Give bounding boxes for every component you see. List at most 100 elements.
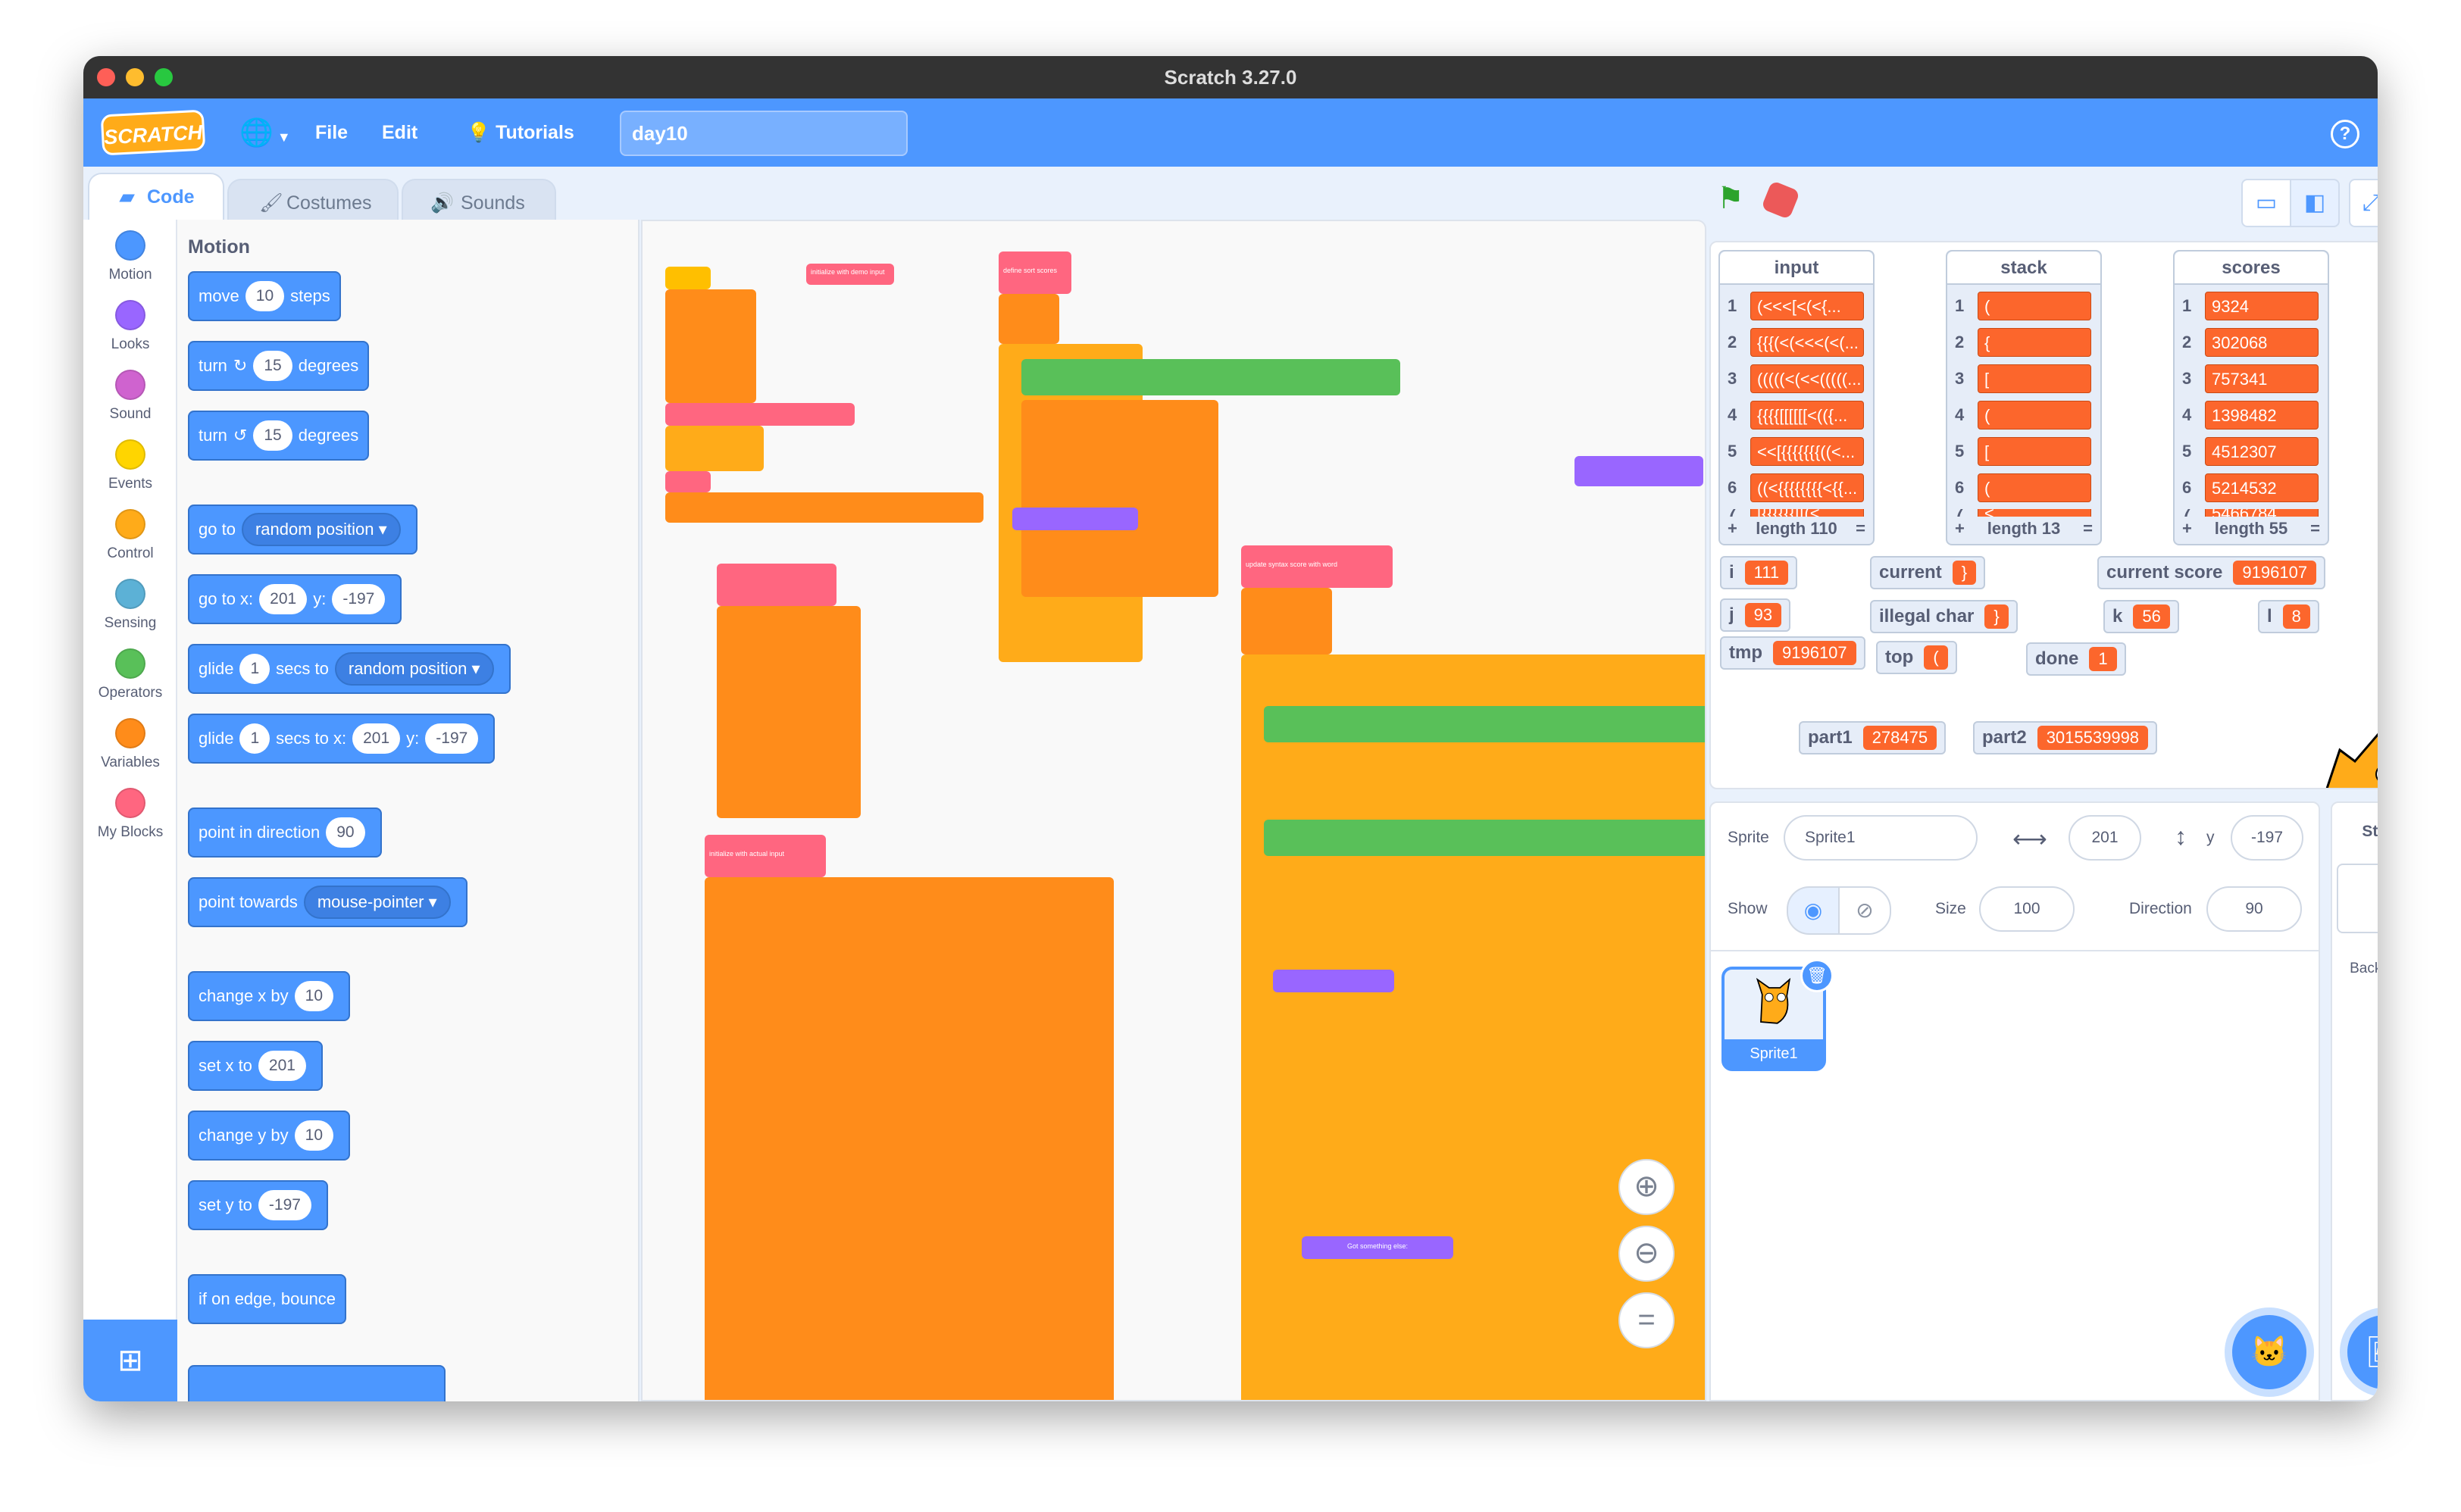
category-operators[interactable]: Operators (83, 648, 177, 701)
size-input[interactable]: 100 (1979, 886, 2075, 932)
zoom-out-button[interactable]: ⊖ (1618, 1226, 1675, 1282)
category-looks[interactable]: Looks (83, 300, 177, 353)
list-item-value[interactable]: ( (1978, 473, 2091, 502)
define-init-actual-block[interactable]: initialize with actual input (705, 835, 826, 877)
block-go-to[interactable]: go to random position ▾ (188, 505, 417, 555)
block-input[interactable]: 15 (253, 420, 292, 451)
stage-selector[interactable]: Stage Backdrops 1 🖼 (2331, 801, 2378, 1401)
variables-block-stack[interactable] (1241, 588, 1332, 654)
list-item-value[interactable]: 4512307 (2205, 437, 2319, 466)
resize-handle[interactable]: = (2083, 514, 2093, 544)
variables-block-stack[interactable] (999, 294, 1059, 344)
add-to-input-stack[interactable] (705, 877, 1114, 1400)
minimize-window-button[interactable] (126, 68, 144, 86)
custom-block[interactable] (665, 471, 711, 492)
tutorials-button[interactable]: 💡 Tutorials (467, 98, 574, 167)
list-item-value[interactable]: ( (1978, 292, 2091, 320)
category-my-blocks[interactable]: My Blocks (83, 788, 177, 841)
list-item-value[interactable]: ( (1978, 401, 2091, 430)
zoom-in-button[interactable]: ⊕ (1618, 1159, 1675, 1215)
add-item-button[interactable]: + (1955, 514, 1965, 544)
list-item-value[interactable]: 1398482 (2205, 401, 2319, 430)
block-go-to-xy[interactable]: go to x: 201 y: -197 (188, 574, 402, 624)
block-set-x[interactable]: set x to 201 (188, 1041, 323, 1091)
block-input[interactable]: -197 (258, 1190, 311, 1220)
list-item-value[interactable]: 9324 (2205, 292, 2319, 320)
backdrop-thumbnail[interactable] (2337, 864, 2378, 933)
list-block-stack[interactable] (1021, 400, 1218, 597)
choose-backdrop-button[interactable]: 🖼 (2347, 1315, 2378, 1389)
zoom-window-button[interactable] (155, 68, 173, 86)
variables-block-stack[interactable] (665, 289, 756, 403)
looks-think-block[interactable] (1273, 970, 1394, 992)
list-item-value[interactable]: { (1978, 328, 2091, 357)
edit-menu[interactable]: Edit (382, 98, 417, 167)
define-update-block[interactable]: update syntax score with word (1241, 545, 1393, 588)
file-menu[interactable]: File (315, 98, 348, 167)
list-item-value[interactable]: ((<{{{{{{{{<{{... (1750, 473, 1864, 502)
list-item-value[interactable]: (((((<(<<(((((... (1750, 364, 1864, 393)
event-hat-block[interactable] (665, 267, 711, 289)
block-point-direction[interactable]: point in direction 90 (188, 808, 382, 858)
block-change-x[interactable]: change x by 10 (188, 971, 350, 1021)
block-dropdown[interactable]: random position ▾ (334, 652, 494, 686)
category-motion[interactable]: Motion (83, 230, 177, 283)
block-glide-to[interactable]: glide 1 secs to random position ▾ (188, 644, 511, 694)
block-input[interactable]: 201 (259, 584, 308, 614)
category-variables[interactable]: Variables (83, 718, 177, 771)
block-set-y[interactable]: set y to -197 (188, 1180, 328, 1230)
block-input[interactable]: -197 (425, 723, 479, 754)
fullscreen-button[interactable]: ⤢ (2349, 179, 2378, 227)
block-input[interactable]: 10 (245, 281, 285, 311)
block-input[interactable]: 1 (239, 654, 270, 684)
block-input[interactable]: 90 (326, 817, 365, 848)
list-item-value[interactable]: {{{{[[[[[[<(({... (1750, 401, 1864, 430)
add-item-button[interactable]: + (1728, 514, 1737, 544)
x-input[interactable]: 201 (2069, 815, 2141, 861)
list-item-value[interactable]: <<[{{{{{{{((<... (1750, 437, 1864, 466)
direction-input[interactable]: 90 (2206, 886, 2302, 932)
scratch-logo[interactable]: SCRATCH (100, 109, 206, 156)
show-hidden-button[interactable]: ⊘ (1838, 886, 1891, 935)
list-item-value[interactable]: (<<<[<(<{... (1750, 292, 1864, 320)
operator-block[interactable] (1264, 820, 1705, 856)
resize-handle[interactable]: = (1856, 514, 1865, 544)
code-workspace[interactable]: initialize with demo input define sort s… (641, 220, 1706, 1401)
block-input[interactable]: 201 (258, 1051, 306, 1081)
define-init-demo-block[interactable] (717, 564, 836, 606)
block-input[interactable]: -197 (332, 584, 386, 614)
block-bounce[interactable]: if on edge, bounce (188, 1274, 347, 1324)
project-title-input[interactable]: day10 (620, 111, 908, 156)
green-flag-icon[interactable]: ⚑ (1717, 183, 1750, 214)
sprite-tile[interactable]: Sprite1 🗑 (1721, 959, 1834, 1071)
large-stage-button[interactable]: ◧ (2290, 179, 2340, 227)
category-events[interactable]: Events (83, 439, 177, 492)
small-stage-button[interactable]: ▭ (2241, 179, 2291, 227)
operator-block[interactable] (1021, 359, 1400, 395)
list-item-value[interactable]: 302068 (2205, 328, 2319, 357)
help-icon[interactable]: ? (2331, 120, 2359, 148)
add-to-input-stack[interactable] (717, 606, 861, 818)
block-turn-ccw[interactable]: turn ↺ 15 degrees (188, 411, 370, 461)
resize-handle[interactable]: = (2310, 514, 2320, 544)
add-item-button[interactable]: + (2182, 514, 2192, 544)
stop-icon[interactable] (1760, 180, 1801, 220)
zoom-reset-button[interactable]: = (1618, 1292, 1675, 1348)
category-control[interactable]: Control (83, 509, 177, 562)
looks-say-block[interactable]: Got something else: (1302, 1236, 1453, 1259)
show-visible-button[interactable]: ◉ (1787, 886, 1840, 935)
block-dropdown[interactable]: random position ▾ (241, 513, 401, 546)
block-turn-cw[interactable]: turn ↻ 15 degrees (188, 341, 370, 391)
list-item-value[interactable]: 757341 (2205, 364, 2319, 393)
category-sound[interactable]: Sound (83, 370, 177, 423)
looks-think-block[interactable] (1574, 456, 1703, 486)
stage-canvas[interactable]: input 1 (<<<[<(<{... 2 {{{(<(<<<(<(... 3((… (1709, 241, 2378, 789)
sprite-cat-icon[interactable] (2317, 727, 2378, 789)
list-item-value[interactable]: [ (1978, 437, 2091, 466)
block-input[interactable]: 15 (253, 351, 292, 381)
block-change-y[interactable]: change y by 10 (188, 1111, 350, 1161)
block-input[interactable]: 10 (294, 1120, 333, 1151)
list-item-value[interactable]: 5214532 (2205, 473, 2319, 502)
operator-block[interactable] (1264, 706, 1705, 742)
language-menu[interactable]: 🌐 ▼ (239, 98, 291, 167)
